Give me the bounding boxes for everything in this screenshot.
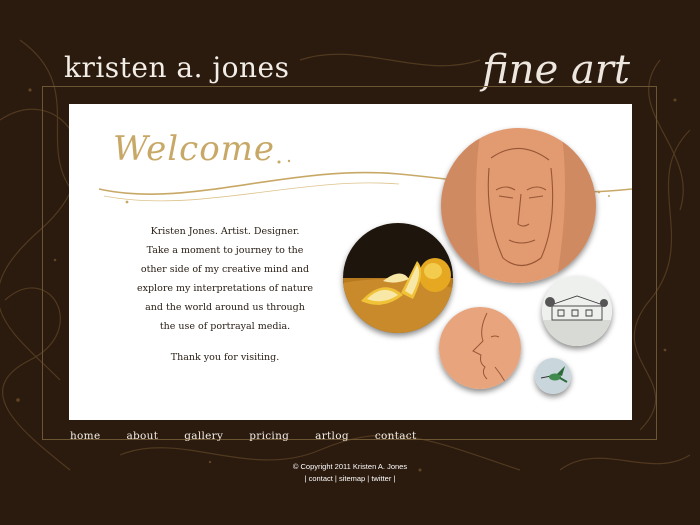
intro-text: Kristen Jones. Artist. Designer. Take a … (135, 222, 315, 336)
intro-line: explore my interpretations of nature (137, 283, 313, 294)
intro-line: the use of portrayal media. (159, 321, 291, 332)
footer-links: | contact | sitemap | twitter | (304, 474, 396, 483)
site-tagline: fine art (482, 47, 630, 93)
portrait-thumbnail[interactable] (441, 128, 596, 283)
intro-line: other side of my creative mind and (140, 264, 310, 275)
footer-link-twitter[interactable]: twitter (371, 474, 391, 483)
footer-link-sitemap[interactable]: sitemap (339, 474, 365, 483)
house-thumbnail[interactable] (542, 276, 612, 346)
main-panel: Welcome Kristen Jones. Artist. Designer.… (69, 104, 632, 420)
footer-link-contact[interactable]: contact (309, 474, 333, 483)
lemons-thumbnail[interactable] (343, 223, 453, 333)
nav-home[interactable]: home (70, 430, 100, 442)
profile-thumbnail[interactable] (439, 307, 521, 389)
nav-artlog[interactable]: artlog (315, 430, 349, 442)
intro-line: Kristen Jones. Artist. Designer. (150, 226, 300, 237)
welcome-heading: Welcome (113, 129, 276, 169)
nav-gallery[interactable]: gallery (184, 430, 223, 442)
site-footer: © Copyright 2011 Kristen A. Jones | cont… (0, 461, 700, 485)
nav-pricing[interactable]: pricing (249, 430, 289, 442)
intro-line: Take a moment to journey to the (146, 245, 304, 256)
site-name[interactable]: kristen a. jones (64, 54, 289, 82)
nav-about[interactable]: about (126, 430, 158, 442)
thanks-text: Thank you for visiting. (170, 352, 280, 363)
nav-list: home about gallery pricing artlog contac… (70, 424, 443, 443)
hummingbird-thumbnail[interactable] (535, 358, 571, 394)
nav-contact[interactable]: contact (375, 430, 417, 442)
intro-line: and the world around us through (145, 302, 305, 313)
copyright-text: © Copyright 2011 Kristen A. Jones (292, 462, 408, 471)
